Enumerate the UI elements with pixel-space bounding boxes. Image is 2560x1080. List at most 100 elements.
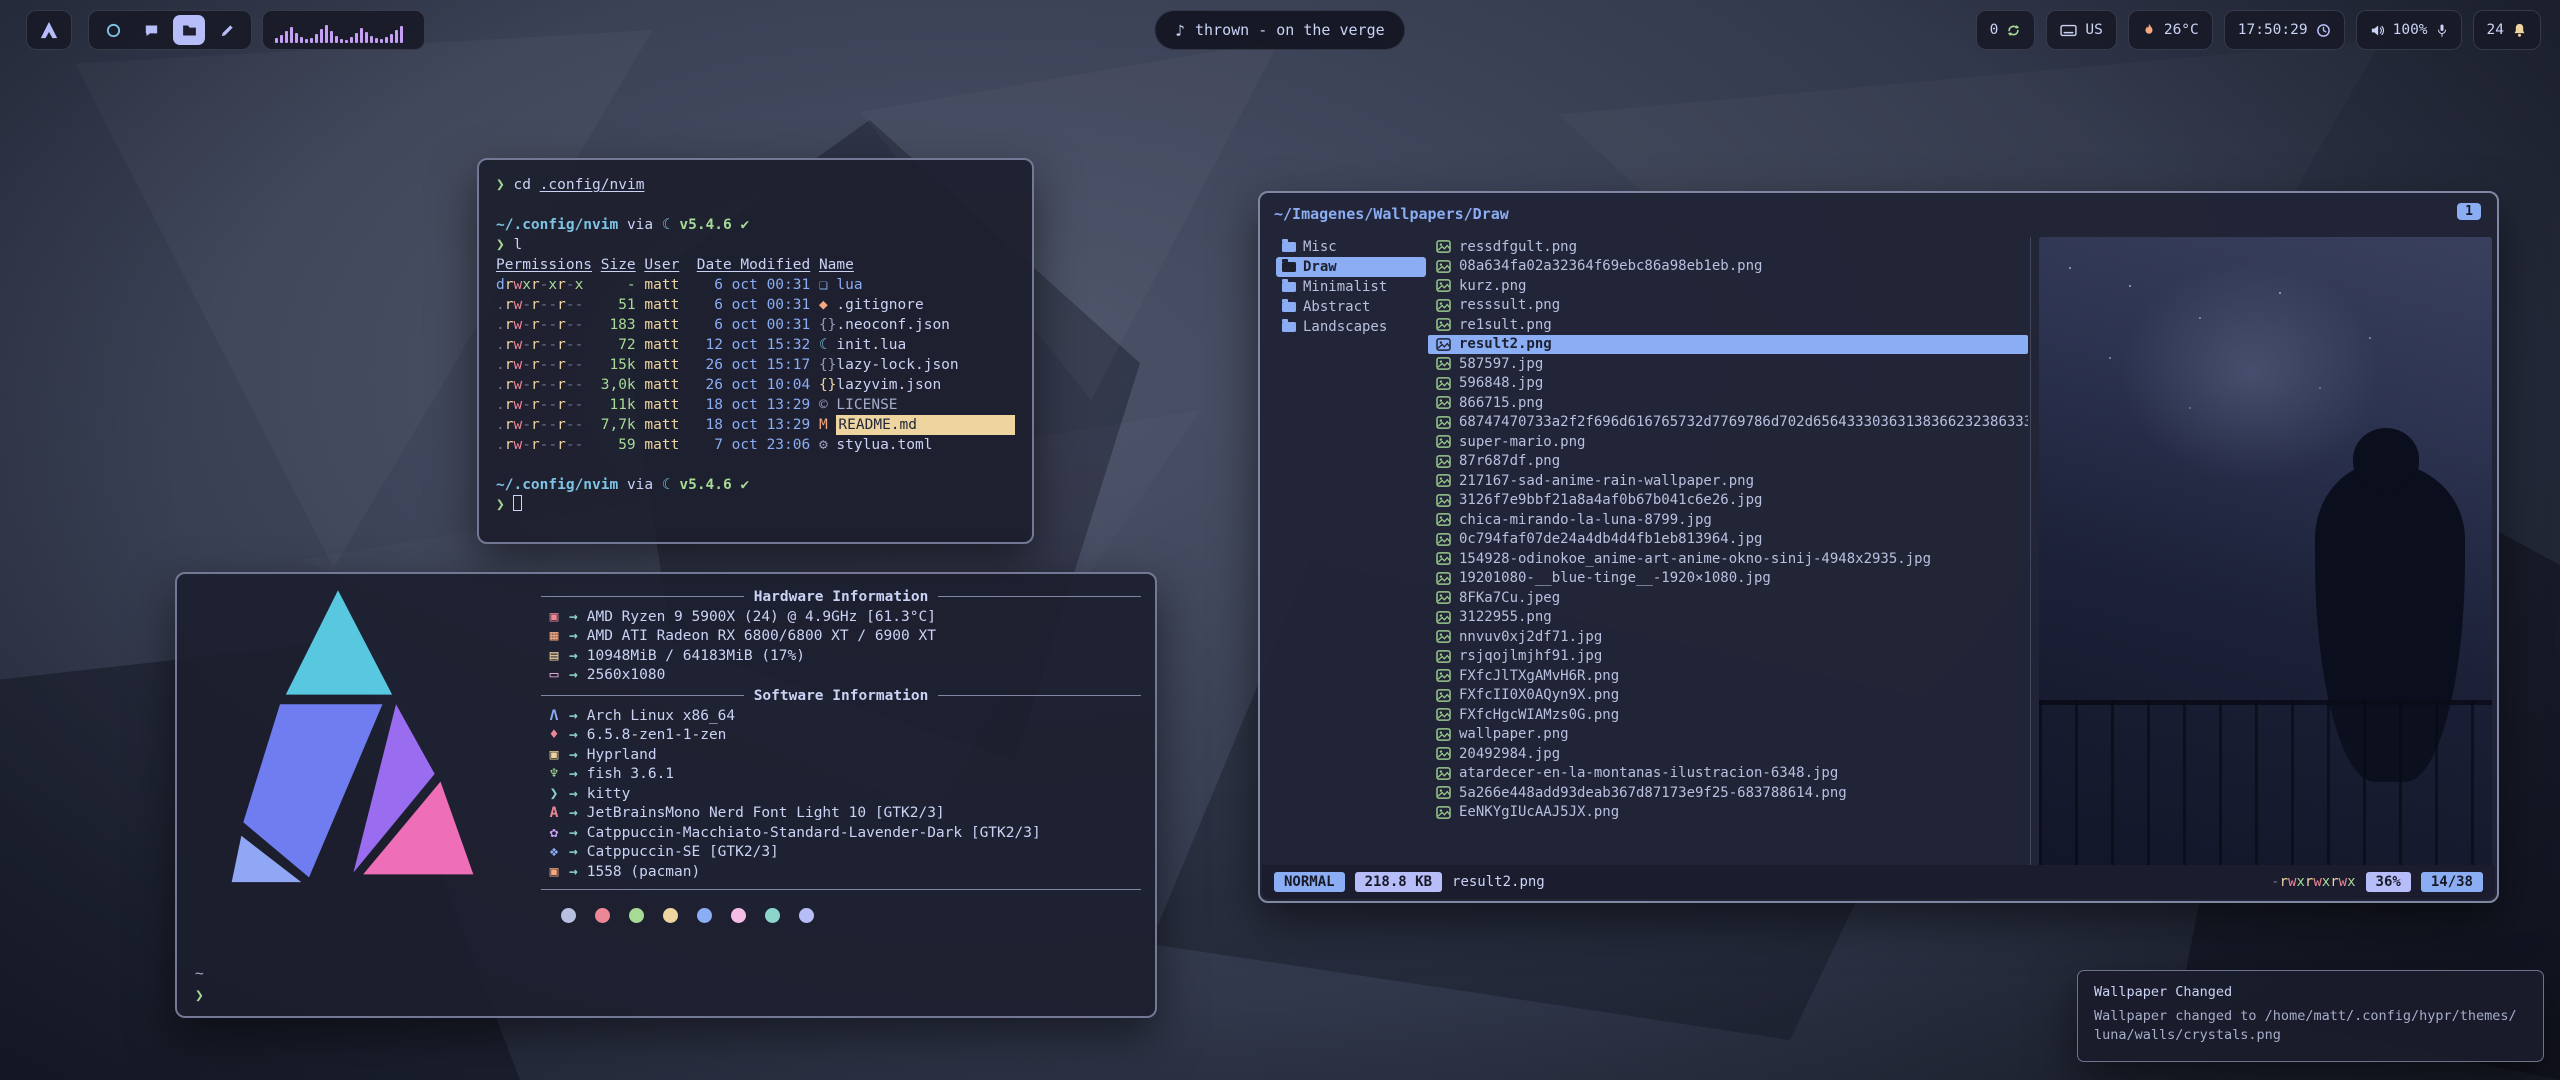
date-cell: 26 oct 15:17 bbox=[688, 355, 810, 375]
workspace-chat[interactable] bbox=[135, 15, 167, 45]
sidebar-folder-item[interactable]: Minimalist bbox=[1276, 277, 1426, 297]
filename-cell: init.lua bbox=[836, 335, 1015, 355]
file-name: 587597.jpg bbox=[1459, 356, 1543, 372]
file-item[interactable]: kurz.png bbox=[1428, 276, 2028, 296]
sidebar-folder-item[interactable]: Draw bbox=[1276, 257, 1426, 277]
filetype-icon: {} bbox=[810, 315, 836, 335]
info-value: 10948MiB / 64183MiB (17%) bbox=[587, 648, 805, 664]
file-item[interactable]: rsjqojlmjhf91.jpg bbox=[1428, 647, 2028, 667]
date-cell: 26 oct 10:04 bbox=[688, 375, 810, 395]
file-item[interactable]: atardecer-en-la-montanas-ilustracion-634… bbox=[1428, 764, 2028, 784]
image-file-icon bbox=[1436, 279, 1451, 292]
filename-cell: LICENSE bbox=[836, 395, 1015, 415]
file-item[interactable]: 3122955.png bbox=[1428, 608, 2028, 628]
file-item[interactable]: 587597.jpg bbox=[1428, 354, 2028, 374]
folder-icon bbox=[1282, 242, 1296, 252]
file-item[interactable]: 5a266e448add93deab367d87173e9f25-6837886… bbox=[1428, 783, 2028, 803]
music-note-icon: ♪ bbox=[1175, 21, 1185, 40]
filename-cell: README.md bbox=[836, 415, 1015, 435]
info-row: ❖ → Catppuccin-SE [GTK2/3] bbox=[541, 843, 1141, 863]
file-item[interactable]: super-mario.png bbox=[1428, 432, 2028, 452]
file-item[interactable]: 3126f7e9bbf21a8a4af0b67b041c6e26.jpg bbox=[1428, 491, 2028, 511]
file-item[interactable]: FXfcII0X0AQyn9X.png bbox=[1428, 686, 2028, 706]
file-item[interactable]: FXfcHgcWIAMzs0G.png bbox=[1428, 705, 2028, 725]
scroll-percent-badge: 36% bbox=[2366, 872, 2411, 892]
file-item[interactable]: resssult.png bbox=[1428, 296, 2028, 316]
status-line: NORMAL 218.8 KB result2.png -rwxrwxrwx 3… bbox=[1262, 865, 2495, 899]
terminal-input-line[interactable]: ❯ bbox=[496, 495, 1015, 515]
file-name: super-mario.png bbox=[1459, 434, 1585, 450]
app-launcher-button[interactable] bbox=[26, 10, 72, 50]
image-file-icon bbox=[1436, 650, 1451, 663]
workspace-browser[interactable] bbox=[97, 15, 129, 45]
sidebar-folder-item[interactable]: Landscapes bbox=[1276, 317, 1426, 337]
workspace-files[interactable] bbox=[173, 15, 205, 45]
size-cell: - bbox=[592, 275, 636, 295]
filesize-badge: 218.8 KB bbox=[1355, 872, 1442, 892]
notification-toast[interactable]: Wallpaper Changed Wallpaper changed to /… bbox=[2077, 970, 2544, 1062]
updates-count: 0 bbox=[1990, 22, 1999, 38]
terminal-window[interactable]: ❯ cd .config/nvim ~/.config/nvim via ☾ v… bbox=[477, 158, 1034, 544]
file-item[interactable]: re1sult.png bbox=[1428, 315, 2028, 335]
file-item[interactable]: result2.png bbox=[1428, 335, 2028, 355]
file-listing: Permissions Size User Date Modified Name… bbox=[496, 255, 1015, 455]
terminal-color-palette bbox=[561, 908, 1141, 923]
color-dot bbox=[629, 908, 644, 923]
file-item[interactable]: 68747470733a2f2f696d616765732d7769786d70… bbox=[1428, 413, 2028, 433]
file-item[interactable]: 19201080-__blue-tinge__-1920×1080.jpg bbox=[1428, 569, 2028, 589]
shell-prompt-icon[interactable]: ❯ bbox=[195, 988, 204, 1004]
sidebar-folder-item[interactable]: Misc bbox=[1276, 237, 1426, 257]
keyboard-layout-widget[interactable]: US bbox=[2046, 10, 2116, 50]
file-item[interactable]: 20492984.jpg bbox=[1428, 744, 2028, 764]
info-row: ▦ → AMD ATI Radeon RX 6800/6800 XT / 690… bbox=[541, 627, 1141, 647]
info-icon: ♆ bbox=[541, 766, 567, 782]
updates-widget[interactable]: 0 bbox=[1976, 10, 2036, 50]
file-item[interactable]: 87r687df.png bbox=[1428, 452, 2028, 472]
clock-widget[interactable]: 17:50:29 bbox=[2224, 10, 2345, 50]
user-cell: matt bbox=[636, 295, 688, 315]
arrow-icon: → bbox=[569, 708, 578, 724]
temperature-widget[interactable]: 26°C bbox=[2128, 10, 2213, 50]
file-name: 08a634fa02a32364f69ebc86a98eb1eb.png bbox=[1459, 258, 1762, 274]
cwd-indicator: ~ bbox=[195, 966, 204, 982]
file-manager-window[interactable]: ~/Imagenes/Wallpapers/Draw 1 Misc Draw M… bbox=[1258, 191, 2499, 903]
image-file-icon bbox=[1436, 747, 1451, 760]
file-item[interactable]: EeNKYgIUcAAJ5JX.png bbox=[1428, 803, 2028, 823]
file-item[interactable]: ressdfgult.png bbox=[1428, 237, 2028, 257]
filetype-icon: {} bbox=[810, 355, 836, 375]
file-item[interactable]: wallpaper.png bbox=[1428, 725, 2028, 745]
workspace-edit[interactable] bbox=[211, 15, 243, 45]
keyboard-icon bbox=[2060, 23, 2077, 38]
file-item[interactable]: 596848.jpg bbox=[1428, 374, 2028, 394]
mode-badge: NORMAL bbox=[1274, 872, 1345, 892]
file-item[interactable]: 217167-sad-anime-rain-wallpaper.png bbox=[1428, 471, 2028, 491]
system-graph-widget[interactable] bbox=[262, 10, 425, 50]
file-item[interactable]: FXfcJlTXgAMvH6R.png bbox=[1428, 666, 2028, 686]
color-dot bbox=[663, 908, 678, 923]
sidebar-folder-item[interactable]: Abstract bbox=[1276, 297, 1426, 317]
file-item[interactable]: nnvuv0xj2df71.jpg bbox=[1428, 627, 2028, 647]
file-item[interactable]: 8FKa7Cu.jpeg bbox=[1428, 588, 2028, 608]
info-row: A → JetBrainsMono Nerd Font Light 10 [GT… bbox=[541, 804, 1141, 824]
notifications-widget[interactable]: 24 bbox=[2473, 10, 2541, 50]
color-dot bbox=[765, 908, 780, 923]
system-info-window[interactable]: Hardware Information ▣ → AMD Ryzen 9 590… bbox=[175, 572, 1157, 1018]
image-file-icon bbox=[1436, 455, 1451, 468]
file-name: wallpaper.png bbox=[1459, 726, 1569, 742]
volume-widget[interactable]: 100% bbox=[2356, 10, 2462, 50]
media-player-widget[interactable]: ♪ thrown - on the verge bbox=[1154, 10, 1405, 50]
image-file-icon bbox=[1436, 260, 1451, 273]
moon-glow bbox=[2121, 262, 2381, 482]
image-file-icon bbox=[1436, 416, 1451, 429]
info-value: AMD Ryzen 9 5900X (24) @ 4.9GHz [61.3°C] bbox=[587, 609, 936, 625]
date-cell: 6 oct 00:31 bbox=[688, 295, 810, 315]
file-item[interactable]: chica-mirando-la-luna-8799.jpg bbox=[1428, 510, 2028, 530]
arrow-icon: → bbox=[569, 805, 578, 821]
file-item[interactable]: 0c794faf07de24a4db4d4fb1eb813964.jpg bbox=[1428, 530, 2028, 550]
info-icon: ▭ bbox=[541, 667, 567, 683]
info-value: Arch Linux x86_64 bbox=[587, 708, 735, 724]
file-item[interactable]: 08a634fa02a32364f69ebc86a98eb1eb.png bbox=[1428, 257, 2028, 277]
file-item[interactable]: 154928-odinokoe_anime-art-anime-okno-sin… bbox=[1428, 549, 2028, 569]
file-permissions: -rwxrwxrwx bbox=[2271, 874, 2355, 890]
file-item[interactable]: 866715.png bbox=[1428, 393, 2028, 413]
